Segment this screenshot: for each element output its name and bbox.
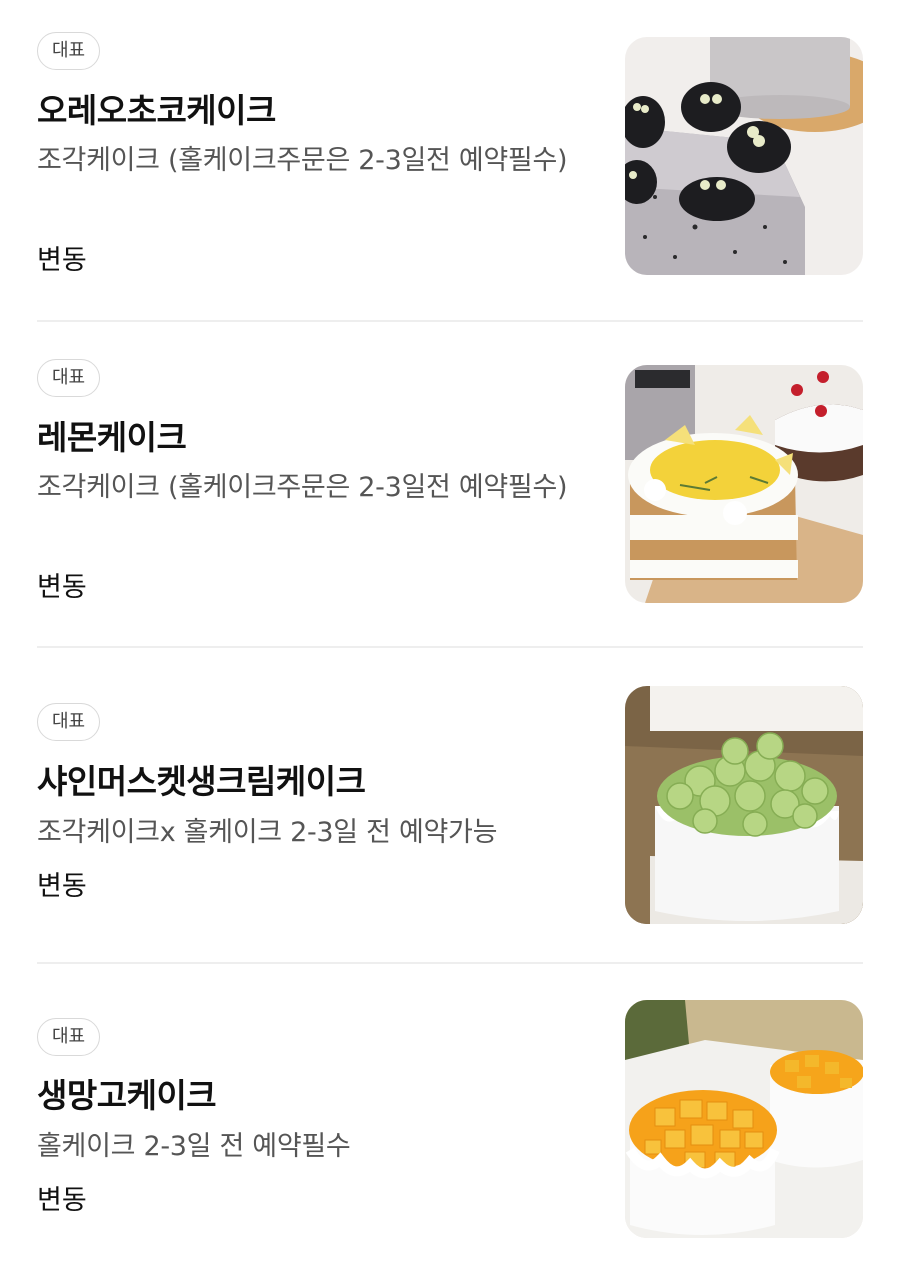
signature-badge: 대표	[37, 703, 101, 741]
menu-item-lemon-cake[interactable]: 대표 레몬케이크 조각케이크 (홀케이크주문은 2-3일전 예약필수) 변동	[0, 322, 900, 646]
menu-item-price: 변동	[37, 572, 87, 603]
menu-item-mango-cake[interactable]: 대표 생망고케이크 홀케이크 2-3일 전 예약필수 변동	[0, 964, 900, 1269]
menu-item-description: 조각케이크 (홀케이크주문은 2-3일전 예약필수)	[37, 472, 568, 503]
menu-item-title: 샤인머스켓생크림케이크	[37, 762, 366, 801]
menu-list: 대표 오레오초코케이크 조각케이크 (홀케이크주문은 2-3일전 예약필수) 변…	[0, 0, 900, 1269]
signature-badge: 대표	[37, 32, 101, 70]
signature-badge: 대표	[37, 1018, 101, 1056]
menu-item-description: 조각케이크x 홀케이크 2-3일 전 예약가능	[37, 817, 498, 848]
menu-item-shine-muscat-cake[interactable]: 대표 샤인머스켓생크림케이크 조각케이크x 홀케이크 2-3일 전 예약가능 변…	[0, 648, 900, 962]
oreo-cake-photo-icon	[625, 37, 863, 275]
menu-item-description: 조각케이크 (홀케이크주문은 2-3일전 예약필수)	[37, 145, 568, 176]
menu-item-price: 변동	[37, 1185, 87, 1216]
menu-item-description: 홀케이크 2-3일 전 예약필수	[37, 1131, 351, 1162]
lemon-cake-photo-icon	[625, 365, 863, 603]
menu-item-title: 레몬케이크	[37, 418, 187, 457]
mango-cake-photo-icon	[625, 1000, 863, 1238]
menu-item-title: 오레오초코케이크	[37, 91, 276, 130]
menu-item-price: 변동	[37, 245, 87, 276]
menu-item-oreo-choco-cake[interactable]: 대표 오레오초코케이크 조각케이크 (홀케이크주문은 2-3일전 예약필수) 변…	[0, 0, 900, 320]
signature-badge: 대표	[37, 359, 101, 397]
menu-item-title: 생망고케이크	[37, 1076, 217, 1115]
shine-muscat-cake-photo-icon	[625, 686, 863, 924]
menu-item-price: 변동	[37, 871, 87, 902]
